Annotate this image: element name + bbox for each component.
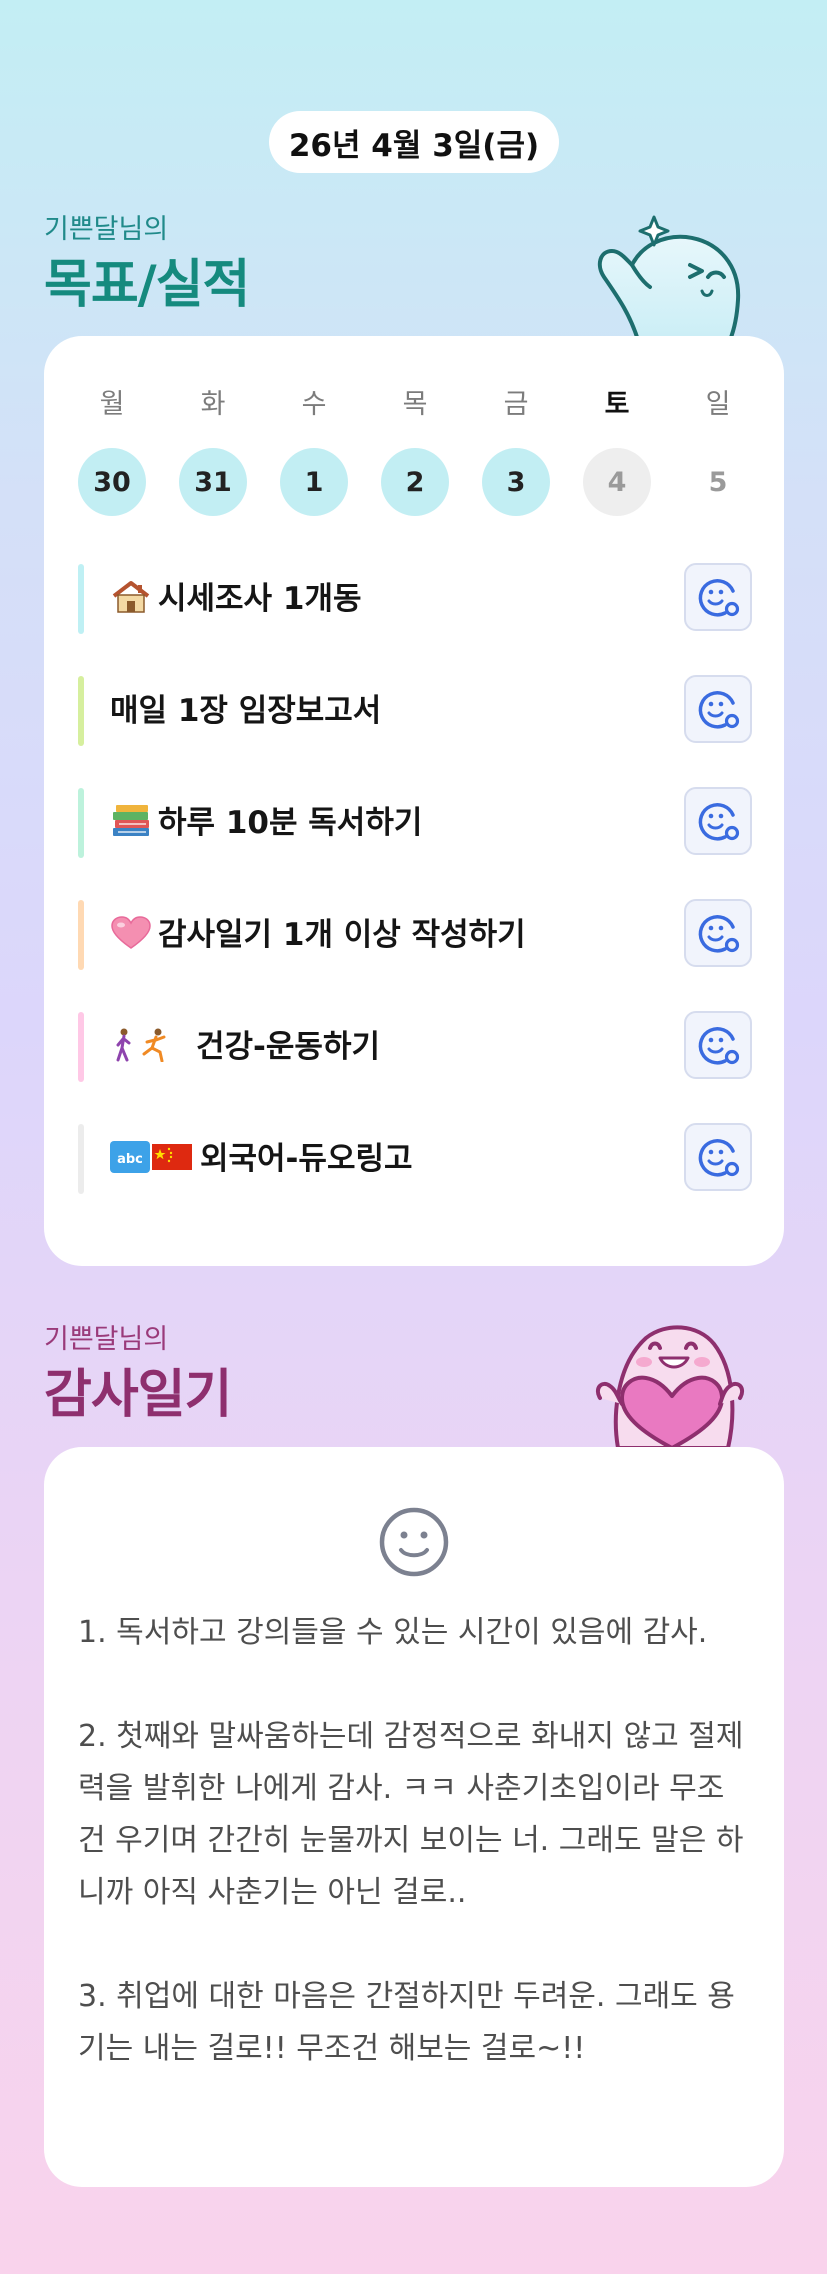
pink-heart-icon bbox=[111, 916, 151, 949]
goal-accent-bar bbox=[78, 676, 84, 746]
smile-icon[interactable] bbox=[377, 1505, 451, 1579]
goal-accent-bar bbox=[78, 1012, 84, 1082]
weekday-thu: 목 bbox=[402, 389, 428, 420]
house-icon bbox=[112, 581, 150, 613]
diary-entries: 1. 독서하고 강의들을 수 있는 시간이 있음에 감사. 2. 첫째와 말싸움… bbox=[78, 1607, 750, 2075]
diary-section-subtitle: 기쁜달님의 bbox=[44, 1324, 169, 1355]
smile-add-icon bbox=[698, 579, 740, 617]
date-chip[interactable]: 3 bbox=[482, 448, 550, 516]
add-result-button[interactable] bbox=[684, 563, 752, 631]
goal-accent-bar bbox=[78, 1124, 84, 1194]
smile-add-icon bbox=[698, 803, 740, 841]
diary-entry: 2. 첫째와 말싸움하는데 감정적으로 화내지 않고 절제력을 발휘한 나에게 … bbox=[78, 1719, 744, 1910]
date-chip[interactable]: 31 bbox=[179, 448, 247, 516]
goal-item[interactable]: 감사일기 1개 이상 작성하기 bbox=[78, 899, 752, 970]
goal-accent-bar bbox=[78, 788, 84, 858]
date-chip[interactable]: 5 bbox=[684, 448, 752, 516]
weekday-wed: 수 bbox=[301, 389, 327, 420]
date-chip-selected[interactable]: 4 bbox=[583, 448, 651, 516]
add-result-button[interactable] bbox=[684, 675, 752, 743]
weekday-sat: 토 bbox=[604, 389, 630, 420]
weekday-tue: 화 bbox=[200, 389, 226, 420]
goal-item[interactable]: 시세조사 1개동 bbox=[78, 563, 752, 634]
goals-section-title: 목표/실적 bbox=[44, 255, 250, 315]
goal-label: 시세조사 1개동 bbox=[110, 564, 361, 634]
diary-card: 1. 독서하고 강의들을 수 있는 시간이 있음에 감사. 2. 첫째와 말싸움… bbox=[44, 1447, 784, 2187]
weekday-mon: 월 bbox=[99, 389, 125, 420]
weekday-sun: 일 bbox=[705, 389, 731, 420]
add-result-button[interactable] bbox=[684, 787, 752, 855]
smile-add-icon bbox=[698, 1139, 740, 1177]
abc-china-flag-icon: abc bbox=[110, 1141, 192, 1173]
goal-label: 매일 1장 임장보고서 bbox=[110, 693, 382, 729]
add-result-button[interactable] bbox=[684, 899, 752, 967]
walking-running-icon bbox=[116, 1028, 166, 1062]
goals-section-subtitle: 기쁜달님의 bbox=[44, 214, 169, 245]
weekday-row: 월 화 수 목 금 토 일 bbox=[78, 382, 752, 421]
goal-item[interactable]: 매일 1장 임장보고서 bbox=[78, 675, 752, 746]
svg-text:abc: abc bbox=[117, 1152, 143, 1167]
date-pill[interactable]: 26년 4월 3일(금) bbox=[269, 111, 559, 173]
mascot-heart-illustration bbox=[595, 1325, 745, 1448]
goal-accent-bar bbox=[78, 900, 84, 970]
goal-label: abc 외국어-듀오링고 bbox=[110, 1124, 413, 1194]
weekday-fri: 금 bbox=[503, 389, 529, 420]
date-row: 30 31 1 2 3 4 5 bbox=[78, 448, 752, 516]
goal-label: 건강-운동하기 bbox=[110, 1012, 380, 1082]
goal-item[interactable]: 하루 10분 독서하기 bbox=[78, 787, 752, 858]
diary-section-title: 감사일기 bbox=[44, 1365, 232, 1425]
smile-add-icon bbox=[698, 915, 740, 953]
goal-label: 하루 10분 독서하기 bbox=[110, 788, 422, 858]
goal-accent-bar bbox=[78, 564, 84, 634]
add-result-button[interactable] bbox=[684, 1011, 752, 1079]
date-chip[interactable]: 2 bbox=[381, 448, 449, 516]
date-chip[interactable]: 30 bbox=[78, 448, 146, 516]
smile-add-icon bbox=[698, 691, 740, 729]
goal-item[interactable]: 건강-운동하기 bbox=[78, 1011, 752, 1082]
goal-item[interactable]: abc 외국어-듀오링고 bbox=[78, 1123, 752, 1194]
mascot-pointing-illustration bbox=[597, 215, 741, 340]
diary-entry: 3. 취업에 대한 마음은 간절하지만 두려운. 그래도 용기는 내는 걸로!!… bbox=[78, 1979, 735, 2066]
goals-card: 월 화 수 목 금 토 일 30 31 1 2 3 4 5 시세조사 1개동 매… bbox=[44, 336, 784, 1266]
diary-entry: 1. 독서하고 강의들을 수 있는 시간이 있음에 감사. bbox=[78, 1615, 708, 1650]
goal-label: 감사일기 1개 이상 작성하기 bbox=[110, 900, 526, 970]
books-icon bbox=[113, 805, 149, 836]
date-chip[interactable]: 1 bbox=[280, 448, 348, 516]
add-result-button[interactable] bbox=[684, 1123, 752, 1191]
smile-add-icon bbox=[698, 1027, 740, 1065]
